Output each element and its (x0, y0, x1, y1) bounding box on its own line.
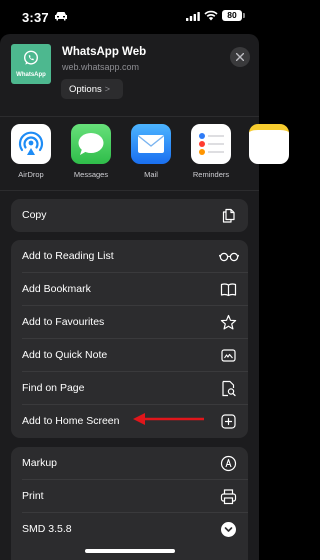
share-sheet: WhatsApp WhatsApp Web web.whatsapp.com O… (0, 34, 289, 560)
action-find-on-page[interactable]: Find on Page (11, 372, 248, 405)
action-smd[interactable]: SMD 3.5.8 (11, 513, 248, 546)
actions-group-copy: Copy (11, 199, 248, 232)
share-target-notes-partial[interactable] (249, 124, 299, 190)
quick-note-icon (221, 349, 236, 362)
app-url: web.whatsapp.com (62, 62, 140, 72)
whatsapp-icon (23, 50, 39, 65)
action-label: Add to Home Screen (22, 415, 120, 427)
messages-icon (71, 124, 111, 164)
action-add-to-home-screen[interactable]: Add to Home Screen (11, 405, 248, 438)
status-bar: 3:37 80 (0, 0, 259, 34)
share-target-label: Reminders (192, 170, 230, 179)
markup-icon (220, 455, 237, 472)
action-add-bookmark[interactable]: Add Bookmark (11, 273, 248, 306)
home-indicator[interactable] (85, 549, 175, 553)
glasses-icon (219, 252, 239, 262)
battery-indicator: 80 (222, 10, 242, 21)
share-targets-row: AirDrop Messages Mail Reminders (0, 124, 289, 190)
add-square-icon (221, 414, 236, 429)
printer-icon (220, 489, 237, 505)
mail-icon (131, 124, 171, 164)
annotation-arrow-icon (133, 413, 204, 425)
status-time: 3:37 (22, 10, 49, 25)
share-target-airdrop[interactable]: AirDrop (11, 124, 61, 190)
action-label: Add to Quick Note (22, 349, 108, 361)
action-label: Find on Page (22, 382, 85, 394)
app-header: WhatsApp WhatsApp Web web.whatsapp.com O… (0, 34, 259, 112)
action-label: Print (22, 490, 44, 502)
book-icon (220, 283, 237, 297)
close-button[interactable] (230, 47, 250, 67)
notes-icon (249, 124, 289, 164)
actions-group-page: Add to Reading List Add Bookmark Add to … (11, 240, 248, 438)
action-label: SMD 3.5.8 (22, 523, 72, 535)
share-row-divider (0, 190, 259, 191)
share-target-mail[interactable]: Mail (131, 124, 181, 190)
action-add-to-favourites[interactable]: Add to Favourites (11, 306, 248, 339)
header-divider (0, 116, 259, 117)
cellular-signal-icon (186, 12, 200, 21)
app-title: WhatsApp Web (62, 46, 147, 58)
action-markup[interactable]: Markup (11, 447, 248, 480)
action-add-to-reading-list[interactable]: Add to Reading List (11, 240, 248, 273)
action-label: Add Bookmark (22, 283, 91, 295)
action-add-to-quick-note[interactable]: Add to Quick Note (11, 339, 248, 372)
chevron-right-icon: > (104, 84, 111, 94)
action-copy[interactable]: Copy (11, 199, 248, 232)
copy-icon (222, 208, 235, 223)
find-on-page-icon (222, 380, 236, 397)
action-label: Copy (22, 209, 47, 221)
action-label: Add to Reading List (22, 250, 114, 262)
airdrop-icon (11, 124, 51, 164)
car-icon (55, 12, 67, 21)
action-print[interactable]: Print (11, 480, 248, 513)
options-label: Options (69, 84, 102, 95)
wifi-icon (204, 10, 218, 21)
share-target-label: AirDrop (18, 170, 44, 179)
battery-nub (243, 13, 245, 18)
options-button[interactable]: Options > (61, 79, 123, 99)
whatsapp-app-icon: WhatsApp (11, 44, 51, 84)
action-label: Markup (22, 457, 58, 469)
share-target-label: Mail (144, 170, 158, 179)
reminders-icon (191, 124, 231, 164)
share-target-messages[interactable]: Messages (71, 124, 121, 190)
share-target-reminders[interactable]: Reminders (191, 124, 241, 190)
actions-group-extensions: Markup Print SMD 3.5.8 (11, 447, 248, 560)
share-target-label: Messages (73, 170, 109, 179)
action-label: Add to Favourites (22, 316, 105, 328)
chevron-circle-icon (221, 522, 236, 537)
close-icon (236, 53, 244, 61)
star-icon (220, 314, 237, 330)
app-icon-label: WhatsApp (16, 72, 46, 78)
